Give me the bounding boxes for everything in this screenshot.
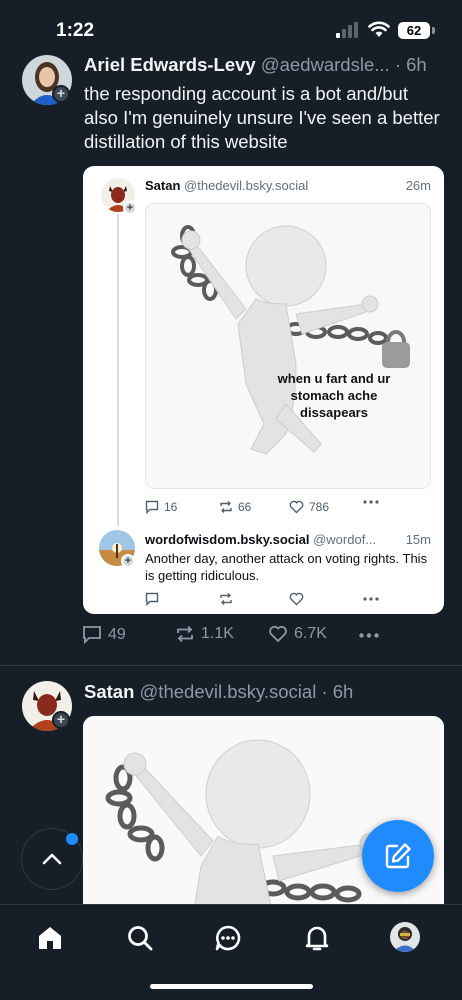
- status-bar: 1:22 62: [0, 0, 462, 60]
- repost-icon: [177, 625, 193, 643]
- wifi-icon: [368, 21, 390, 37]
- compose-button[interactable]: [362, 820, 434, 892]
- quote-actions: 16 66 786: [145, 500, 395, 518]
- reply-icon: [145, 500, 159, 514]
- nav-profile-avatar[interactable]: [390, 922, 420, 952]
- quote-author-name[interactable]: Satan: [145, 178, 180, 193]
- quote-repost-button[interactable]: 66: [219, 500, 251, 514]
- meme-image[interactable]: when u fart and ur stomach ache dissapea…: [145, 203, 431, 489]
- follow-plus-icon[interactable]: +: [123, 201, 137, 215]
- battery-indicator: 62: [398, 22, 430, 39]
- post-header: Ariel Edwards-Levy @aedwardsle... · 6h: [84, 54, 427, 76]
- repost-count: 1.1K: [201, 625, 234, 642]
- reply-icon[interactable]: [145, 592, 159, 606]
- follow-plus-icon[interactable]: +: [52, 711, 70, 729]
- follow-plus-icon[interactable]: +: [121, 554, 135, 568]
- post-header: Satan @thedevil.bsky.social · 6h: [84, 681, 353, 703]
- heart-icon: [289, 500, 304, 514]
- reply-actions: [145, 590, 395, 608]
- nav-notifications[interactable]: [300, 921, 334, 955]
- quote-header: Satan @thedevil.bsky.social: [145, 178, 308, 193]
- nav-home[interactable]: [33, 921, 67, 955]
- post-actions: 49 1.1K 6.7K: [82, 625, 402, 647]
- quote-more-button[interactable]: [363, 500, 379, 504]
- quote-like-count: 786: [309, 500, 330, 514]
- quote-reply-button[interactable]: 16: [145, 500, 177, 514]
- more-icon[interactable]: [363, 597, 379, 601]
- reply-text: Another day, another attack on voting ri…: [145, 551, 428, 583]
- reply-count: 49: [108, 625, 126, 643]
- post-text: the responding account is a bot and/but …: [84, 83, 440, 152]
- author-name[interactable]: Ariel Edwards-Levy: [84, 54, 256, 75]
- reply-button[interactable]: 49: [82, 625, 126, 644]
- repost-button[interactable]: 1.1K: [175, 625, 234, 643]
- quoted-post-card[interactable]: + Satan @thedevil.bsky.social 26m when u…: [83, 166, 444, 614]
- like-count: 6.7K: [294, 625, 327, 642]
- chevron-up-icon: [42, 853, 62, 865]
- quote-reply-count: 16: [164, 500, 178, 514]
- signal-icon: [336, 22, 358, 38]
- nav-chat[interactable]: [211, 921, 245, 955]
- more-icon: [359, 633, 379, 638]
- thread-line: [117, 214, 119, 526]
- chat-icon: [215, 925, 241, 951]
- author-name[interactable]: Satan: [84, 681, 134, 702]
- quote-like-button[interactable]: 786: [289, 500, 329, 514]
- follow-plus-icon[interactable]: +: [52, 85, 70, 103]
- repost-icon: [220, 501, 232, 513]
- author-handle[interactable]: @aedwardsle...: [261, 54, 390, 75]
- bell-icon: [305, 926, 329, 951]
- reply-header: wordofwisdom.bsky.social @wordof...: [145, 532, 376, 547]
- repost-icon[interactable]: [219, 592, 233, 606]
- battery-tip: [432, 27, 435, 34]
- post-time: · 6h: [394, 54, 427, 75]
- post-time: · 6h: [321, 681, 354, 702]
- quote-author-handle[interactable]: @thedevil.bsky.social: [184, 178, 308, 193]
- more-button[interactable]: [359, 633, 379, 638]
- post-divider: [0, 665, 462, 666]
- reply-author-name[interactable]: wordofwisdom.bsky.social: [145, 532, 309, 547]
- meme-caption: when u fart and ur stomach ache dissapea…: [277, 371, 391, 420]
- status-time: 1:22: [56, 20, 95, 41]
- new-posts-dot: [66, 833, 78, 845]
- nav-search[interactable]: [123, 921, 157, 955]
- compose-icon: [385, 843, 411, 869]
- reply-author-handle[interactable]: @wordof...: [313, 532, 376, 547]
- like-button[interactable]: 6.7K: [268, 625, 327, 643]
- home-indicator: [150, 984, 313, 989]
- reply-time: 15m: [405, 532, 431, 547]
- search-icon: [128, 926, 153, 951]
- more-icon: [363, 500, 379, 504]
- heart-icon: [269, 625, 287, 643]
- home-icon: [39, 927, 61, 949]
- heart-icon[interactable]: [289, 592, 304, 606]
- quote-repost-count: 66: [238, 500, 252, 514]
- quote-time: 26m: [405, 178, 431, 193]
- author-handle[interactable]: @thedevil.bsky.social: [140, 681, 317, 702]
- reply-icon: [83, 626, 101, 644]
